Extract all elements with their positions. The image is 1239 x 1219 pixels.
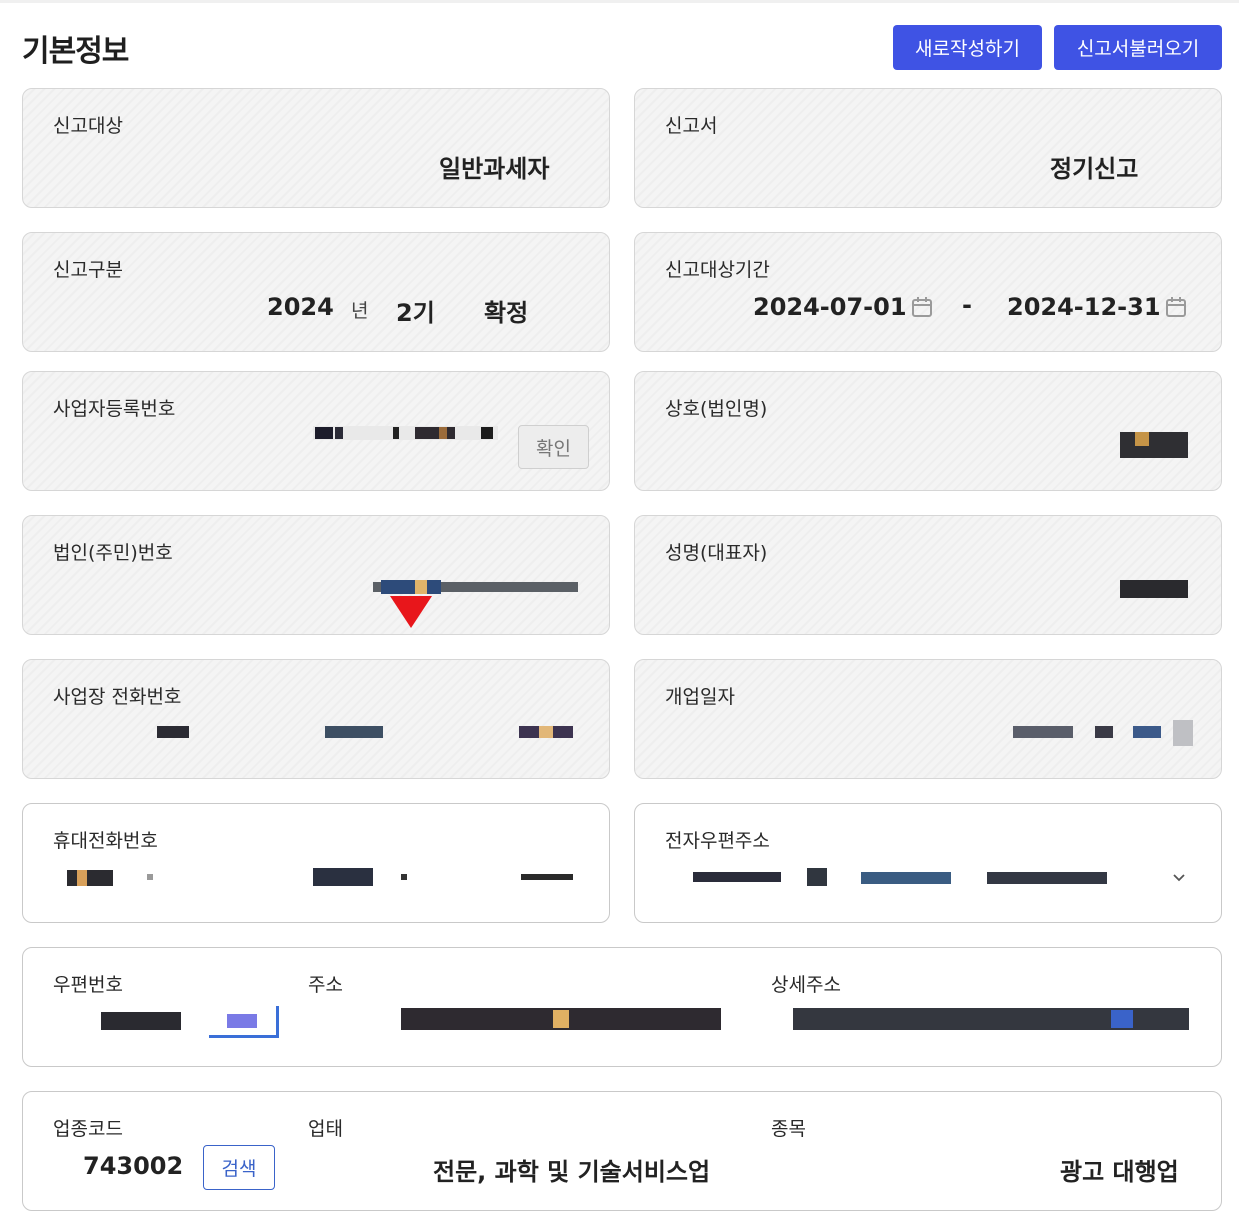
chevron-down-icon[interactable] bbox=[1171, 872, 1187, 884]
corp-id-card: 법인(주민)번호 bbox=[22, 515, 610, 635]
report-period-card: 신고대상기간 2024-07-01 - 2024-12-31 bbox=[634, 232, 1222, 352]
address-label: 주소 bbox=[308, 974, 343, 996]
redaction-block bbox=[539, 726, 553, 738]
top-divider bbox=[0, 0, 1239, 3]
report-target-label: 신고대상 bbox=[53, 115, 123, 137]
redaction-block bbox=[381, 580, 441, 594]
business-phone-redacted-2[interactable] bbox=[325, 726, 383, 738]
business-reg-label: 사업자등록번호 bbox=[53, 398, 176, 420]
redaction-block bbox=[481, 427, 493, 439]
redaction-block bbox=[1173, 720, 1193, 746]
redaction-block bbox=[315, 427, 333, 439]
redaction-block bbox=[393, 427, 399, 439]
redaction-block bbox=[1135, 432, 1149, 446]
mobile-phone-redacted-1[interactable] bbox=[67, 870, 113, 886]
business-item-label: 종목 bbox=[771, 1118, 806, 1140]
load-report-button[interactable]: 신고서불러오기 bbox=[1054, 25, 1222, 70]
redaction-block bbox=[227, 1014, 257, 1028]
email-card: 전자우편주소 bbox=[634, 803, 1222, 923]
representative-card: 성명(대표자) bbox=[634, 515, 1222, 635]
mobile-phone-redacted-2[interactable] bbox=[313, 868, 373, 886]
redaction-block bbox=[335, 427, 343, 439]
new-report-button[interactable]: 새로작성하기 bbox=[893, 25, 1042, 70]
report-status-value[interactable]: 확정 bbox=[484, 293, 528, 328]
report-type-label: 신고서 bbox=[665, 115, 718, 137]
report-year-value[interactable]: 2024 bbox=[267, 293, 334, 321]
page-title: 기본정보 bbox=[22, 34, 129, 69]
report-category-card: 신고구분 2024 년 2기 확정 bbox=[22, 232, 610, 352]
report-term-value[interactable]: 2기 bbox=[396, 293, 435, 328]
redaction-block bbox=[77, 870, 87, 886]
report-category-label: 신고구분 bbox=[53, 259, 123, 281]
business-reg-card: 사업자등록번호 확인 bbox=[22, 371, 610, 491]
report-type-value[interactable]: 정기신고 bbox=[1050, 149, 1138, 184]
business-type-label: 업태 bbox=[308, 1118, 343, 1140]
report-target-value[interactable]: 일반과세자 bbox=[439, 149, 549, 184]
company-name-card: 상호(법인명) bbox=[634, 371, 1222, 491]
business-type-value[interactable]: 전문, 과학 및 기술서비스업 bbox=[433, 1152, 710, 1187]
calendar-icon[interactable] bbox=[1165, 296, 1187, 318]
redaction-block bbox=[861, 872, 951, 884]
opening-date-label: 개업일자 bbox=[665, 686, 735, 708]
industry-search-button[interactable]: 검색 bbox=[203, 1145, 275, 1190]
redaction-block bbox=[147, 874, 153, 880]
business-item-value[interactable]: 광고 대행업 bbox=[1060, 1152, 1179, 1187]
opening-date-card: 개업일자 bbox=[634, 659, 1222, 779]
corp-id-label: 법인(주민)번호 bbox=[53, 542, 173, 564]
mobile-phone-card: 휴대전화번호 bbox=[22, 803, 610, 923]
mobile-phone-label: 휴대전화번호 bbox=[53, 830, 158, 852]
redaction-block bbox=[1111, 1010, 1133, 1028]
company-name-redacted[interactable] bbox=[1120, 432, 1188, 458]
redaction-block bbox=[807, 868, 827, 886]
redaction-block bbox=[415, 427, 455, 439]
business-phone-card: 사업장 전화번호 bbox=[22, 659, 610, 779]
period-end-value[interactable]: 2024-12-31 bbox=[1007, 293, 1161, 321]
zip-label: 우편번호 bbox=[53, 974, 123, 996]
industry-card: 업종코드 업태 종목 743002 검색 전문, 과학 및 기술서비스업 광고 … bbox=[22, 1091, 1222, 1211]
representative-label: 성명(대표자) bbox=[665, 542, 768, 564]
redaction-block bbox=[1133, 726, 1161, 738]
business-phone-redacted-1[interactable] bbox=[157, 726, 189, 738]
report-target-card: 신고대상 일반과세자 bbox=[22, 88, 610, 208]
report-year-unit: 년 bbox=[351, 300, 369, 322]
redaction-block bbox=[439, 427, 447, 439]
calendar-icon[interactable] bbox=[911, 296, 933, 318]
address-card: 우편번호 주소 상세주소 bbox=[22, 947, 1222, 1067]
email-label: 전자우편주소 bbox=[665, 830, 770, 852]
opening-date-redacted[interactable] bbox=[1013, 726, 1073, 738]
report-type-card: 신고서 정기신고 bbox=[634, 88, 1222, 208]
zip-redacted[interactable] bbox=[101, 1012, 181, 1030]
redaction-block bbox=[1095, 726, 1113, 738]
period-separator: - bbox=[962, 291, 972, 319]
mobile-phone-redacted-3[interactable] bbox=[521, 874, 573, 880]
confirm-button[interactable]: 확인 bbox=[518, 425, 589, 469]
redaction-block bbox=[415, 580, 427, 594]
business-phone-label: 사업장 전화번호 bbox=[53, 686, 182, 708]
email-redacted[interactable] bbox=[693, 872, 781, 882]
redaction-block bbox=[553, 1010, 569, 1028]
industry-code-label: 업종코드 bbox=[53, 1118, 123, 1140]
redaction-block bbox=[401, 874, 407, 880]
redaction-block bbox=[987, 872, 1107, 884]
representative-redacted[interactable] bbox=[1120, 580, 1188, 598]
period-start-value[interactable]: 2024-07-01 bbox=[753, 293, 907, 321]
company-name-label: 상호(법인명) bbox=[665, 398, 768, 420]
report-period-label: 신고대상기간 bbox=[665, 259, 770, 281]
red-triangle-marker bbox=[390, 596, 432, 628]
industry-code-value[interactable]: 743002 bbox=[83, 1152, 183, 1180]
detail-address-label: 상세주소 bbox=[771, 974, 841, 996]
